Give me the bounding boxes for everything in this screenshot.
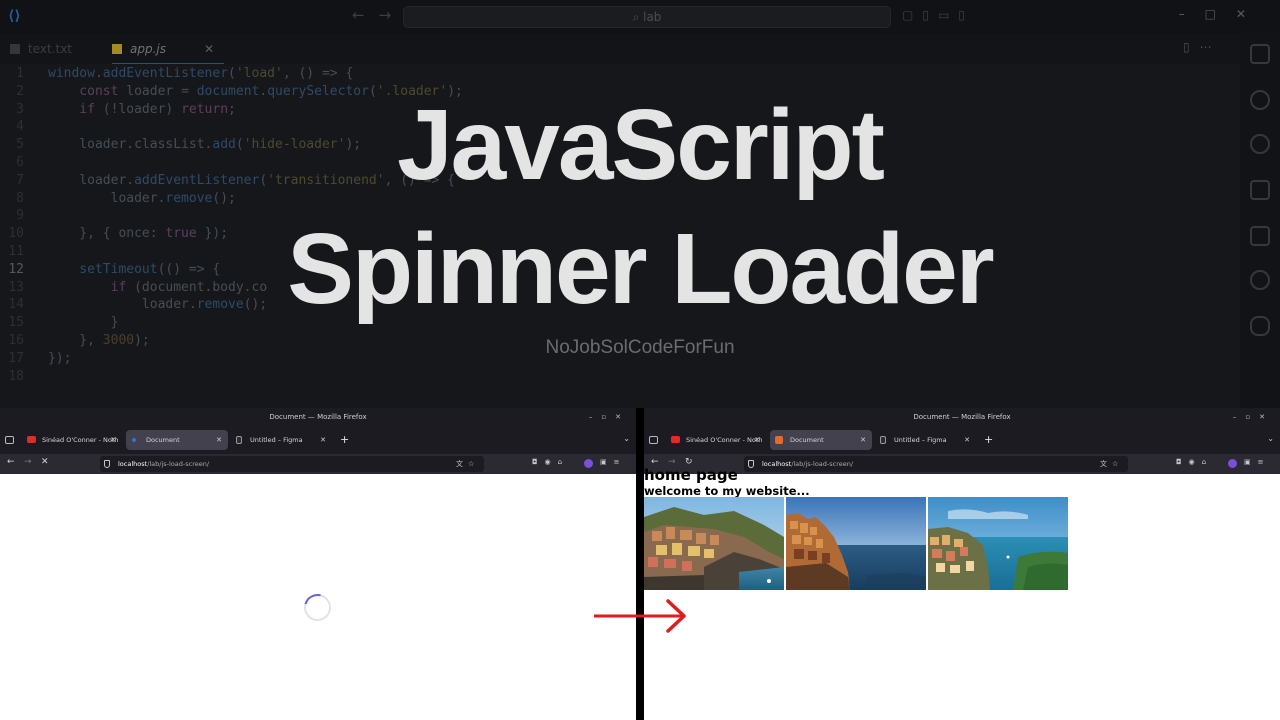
tab-document[interactable]: Document ✕ <box>126 430 228 450</box>
shield-icon <box>748 460 754 468</box>
firefox-window-loading: Document — Mozilla Firefox –▫✕ Sinéad O'… <box>0 408 636 720</box>
overlay-title-line2: Spinner Loader <box>287 213 994 325</box>
youtube-icon <box>27 436 36 443</box>
overlay-title-line1: JavaScript <box>397 89 885 201</box>
figma-icon <box>236 436 242 444</box>
toolbar-extension-icons[interactable]: ◘◉⌂ <box>1176 458 1213 466</box>
photo-village-cliff <box>644 497 784 590</box>
photo-sunset-cliff <box>786 497 926 590</box>
new-tab-icon[interactable]: + <box>984 430 993 450</box>
close-icon[interactable]: ✕ <box>204 34 214 64</box>
close-tab-icon[interactable]: ✕ <box>754 430 760 450</box>
url-bar[interactable]: localhost/lab/js-load-screen/ 文☆ <box>744 456 1128 472</box>
shield-icon <box>104 460 110 468</box>
window-titlebar: Document — Mozilla Firefox –▫✕ <box>0 408 636 426</box>
line-number: 1 <box>16 66 24 81</box>
window-title: Document — Mozilla Firefox <box>913 413 1011 421</box>
tab-youtube[interactable]: Sinéad O'Conner - Noth ✕ <box>666 430 766 450</box>
stop-icon[interactable]: ✕ <box>41 457 49 467</box>
tab-list-icon[interactable] <box>649 436 658 444</box>
menu-icons[interactable]: ▣≡ <box>600 458 626 466</box>
photo-coastal-town <box>928 497 1068 590</box>
vscode-titlebar: ⟨⟩ ←→ ⌕ lab ▢▯▭▯ –□✕ <box>0 0 1280 34</box>
url-path: /lab/js-load-screen/ <box>147 460 210 468</box>
translate-bookmark-icons[interactable]: 文☆ <box>456 456 479 472</box>
tab-label: app.js <box>130 42 166 56</box>
close-tab-icon[interactable]: ✕ <box>964 430 970 450</box>
nav-arrows-icon[interactable]: ←→ <box>352 6 405 24</box>
chevron-down-icon[interactable]: ⌄ <box>623 434 630 443</box>
line-number: 18 <box>8 368 24 384</box>
window-titlebar: Document — Mozilla Firefox –▫✕ <box>644 408 1280 426</box>
window-controls[interactable]: –□✕ <box>1179 7 1266 21</box>
red-arrow-icon <box>594 599 686 633</box>
tab-document[interactable]: Document ✕ <box>770 430 872 450</box>
chevron-down-icon[interactable]: ⌄ <box>1267 434 1274 443</box>
editor-actions-icons[interactable]: ▯⋯ <box>1183 40 1222 54</box>
overlay-subtitle: NoJobSolCodeForFun <box>545 337 735 358</box>
tab-strip: Sinéad O'Conner - Noth ✕ Document ✕ Unti… <box>0 426 636 454</box>
forward-icon[interactable]: → <box>24 457 32 467</box>
close-tab-icon[interactable]: ✕ <box>860 430 866 450</box>
back-icon[interactable]: ← <box>7 457 15 467</box>
extension-purple-icon[interactable] <box>1228 459 1237 468</box>
tab-label: Sinéad O'Conner - Noth <box>42 436 119 444</box>
tab-youtube[interactable]: Sinéad O'Conner - Noth ✕ <box>22 430 122 450</box>
page-subheading: welcome to my website... <box>644 484 810 498</box>
editor-tabs: text.txt app.js ✕ <box>0 34 1240 64</box>
layout-icons[interactable]: ▢▯▭▯ <box>902 8 974 22</box>
tab-label: Document <box>790 436 824 444</box>
split-divider <box>636 408 644 720</box>
nav-toolbar: ← → ↻ localhost/lab/js-load-screen/ 文☆ ◘… <box>644 454 1280 474</box>
command-center-text: lab <box>643 10 662 24</box>
menu-icons[interactable]: ▣≡ <box>1244 458 1270 466</box>
window-controls[interactable]: –▫✕ <box>589 408 630 426</box>
close-tab-icon[interactable]: ✕ <box>110 430 116 450</box>
figma-icon <box>880 436 886 444</box>
tab-strip: Sinéad O'Conner - Noth ✕ Document ✕ Unti… <box>644 426 1280 454</box>
js-file-icon <box>112 44 122 54</box>
close-tab-icon[interactable]: ✕ <box>216 430 222 450</box>
new-tab-icon[interactable]: + <box>340 430 349 450</box>
url-host: localhost <box>762 460 792 468</box>
page-heading: home page <box>644 466 738 484</box>
close-tab-icon[interactable]: ✕ <box>320 430 326 450</box>
text-file-icon <box>10 44 20 54</box>
tab-label: Untitled – Figma <box>250 436 303 444</box>
tab-figma[interactable]: Untitled – Figma ✕ <box>230 430 332 450</box>
tab-label: text.txt <box>28 42 73 56</box>
vscode-logo-icon: ⟨⟩ <box>8 8 21 24</box>
extension-purple-icon[interactable] <box>584 459 593 468</box>
page-icon <box>132 438 136 442</box>
tab-label: Untitled – Figma <box>894 436 947 444</box>
tab-figma[interactable]: Untitled – Figma ✕ <box>874 430 976 450</box>
tab-text-txt[interactable]: text.txt <box>10 34 110 64</box>
nav-toolbar: ← → ✕ localhost/lab/js-load-screen/ 文☆ ◘… <box>0 454 636 474</box>
translate-bookmark-icons[interactable]: 文☆ <box>1100 456 1123 472</box>
code-line: window.addEventListener('load', () => { <box>48 66 354 81</box>
tab-app-js[interactable]: app.js ✕ <box>112 34 224 64</box>
window-title: Document — Mozilla Firefox <box>269 413 367 421</box>
youtube-icon <box>671 436 680 443</box>
toolbar-extension-icons[interactable]: ◘◉⌂ <box>532 458 569 466</box>
page-icon <box>775 436 783 444</box>
url-path: /lab/js-load-screen/ <box>791 460 854 468</box>
tab-label: Document <box>146 436 180 444</box>
explorer-icon[interactable] <box>1250 44 1270 64</box>
url-host: localhost <box>118 460 148 468</box>
command-center-search[interactable]: ⌕ lab <box>403 6 891 28</box>
window-controls[interactable]: –▫✕ <box>1233 408 1274 426</box>
tab-list-icon[interactable] <box>5 436 14 444</box>
url-bar[interactable]: localhost/lab/js-load-screen/ 文☆ <box>100 456 484 472</box>
tab-label: Sinéad O'Conner - Noth <box>686 436 763 444</box>
